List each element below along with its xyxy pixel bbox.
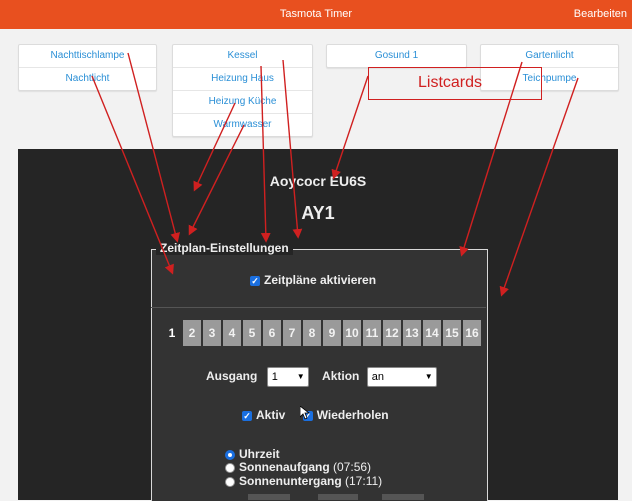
arrow <box>499 77 579 297</box>
arrow <box>331 75 369 180</box>
cursor-icon <box>300 406 310 420</box>
arrow <box>127 52 180 243</box>
annotation-arrows <box>91 52 579 297</box>
arrow <box>260 65 271 243</box>
arrow <box>193 102 236 192</box>
arrow <box>282 59 303 239</box>
arrow <box>459 61 523 257</box>
